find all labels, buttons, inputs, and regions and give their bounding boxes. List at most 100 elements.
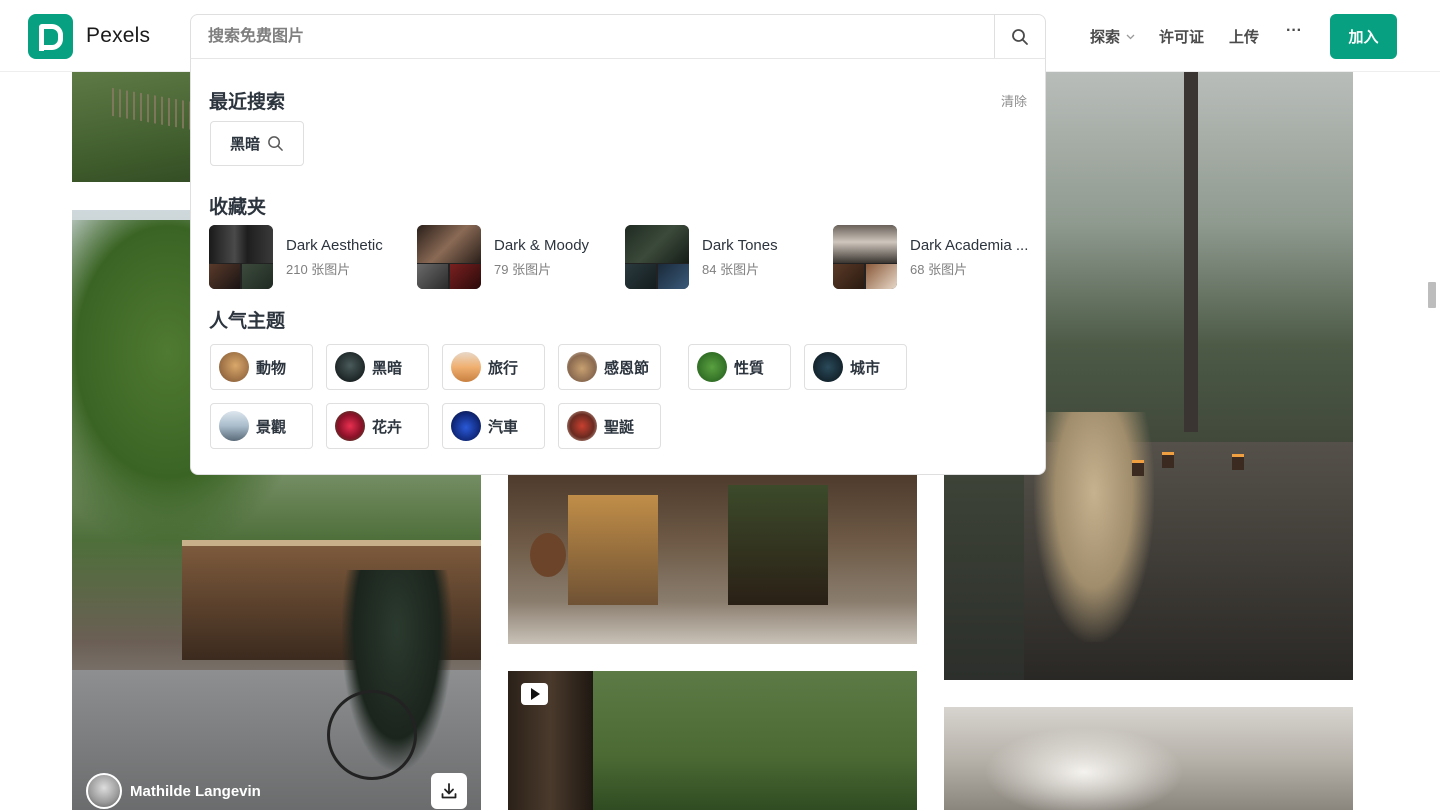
popular-topics-title: 人气主题 xyxy=(209,311,286,332)
topic-label: 性質 xyxy=(734,359,765,377)
nav-explore[interactable]: 探索 xyxy=(1090,26,1135,47)
collection-thumbnail xyxy=(833,225,897,289)
topic-chip[interactable]: 黑暗 xyxy=(326,344,429,390)
topic-label: 感恩節 xyxy=(604,359,650,377)
topic-label: 景觀 xyxy=(256,418,287,436)
more-menu-button[interactable]: ··· xyxy=(1286,22,1302,40)
brand-name[interactable]: Pexels xyxy=(86,24,150,48)
topic-thumbnail xyxy=(219,352,249,382)
thumb-image xyxy=(625,264,656,289)
photo-detail xyxy=(1232,454,1244,470)
collection-thumbnail xyxy=(417,225,481,289)
collection-thumbnail xyxy=(625,225,689,289)
video-play-icon xyxy=(521,683,548,705)
topic-thumbnail xyxy=(451,411,481,441)
collection-title: Dark Aesthetic xyxy=(286,236,383,254)
thumb-image xyxy=(625,225,689,263)
search-icon xyxy=(1012,29,1028,45)
topic-chip[interactable]: 聖誕 xyxy=(558,403,661,449)
search-bar xyxy=(190,14,1046,59)
thumb-image xyxy=(417,264,448,289)
photo-detail xyxy=(568,495,658,605)
topic-label: 旅行 xyxy=(488,359,519,377)
chevron-down-icon xyxy=(1126,34,1135,40)
nav-explore-label: 探索 xyxy=(1090,29,1121,46)
topic-chip[interactable]: 景觀 xyxy=(210,403,313,449)
topic-label: 聖誕 xyxy=(604,418,635,436)
download-icon xyxy=(441,783,457,799)
topic-chip[interactable]: 性質 xyxy=(688,344,791,390)
clear-recent-button[interactable]: 清除 xyxy=(1001,91,1027,110)
topic-label: 黑暗 xyxy=(372,359,403,377)
topic-label: 城市 xyxy=(850,359,881,377)
download-button[interactable] xyxy=(431,773,467,809)
photo-detail xyxy=(1034,412,1154,642)
avatar xyxy=(86,773,122,809)
collection-count: 84 张图片 xyxy=(702,261,760,277)
photo-detail xyxy=(984,727,1184,810)
topic-thumbnail xyxy=(451,352,481,382)
search-suggestions-dropdown: 最近搜索 清除 黑暗 收藏夹 Dark Aesthetic 210 张图片 Dar… xyxy=(190,58,1046,475)
collection-thumbnail xyxy=(209,225,273,289)
thumb-image xyxy=(833,225,897,263)
thumb-image xyxy=(417,225,481,263)
collection-item[interactable]: Dark Aesthetic 210 张图片 xyxy=(209,225,383,289)
photo-detail xyxy=(728,485,828,605)
collection-item[interactable]: Dark & Moody 79 张图片 xyxy=(417,225,589,289)
photo-card[interactable] xyxy=(944,707,1353,810)
thumb-image xyxy=(866,264,897,289)
collection-count: 79 张图片 xyxy=(494,261,552,277)
photo-detail xyxy=(1184,72,1198,432)
nav-upload[interactable]: 上传 xyxy=(1229,26,1259,47)
topic-label: 動物 xyxy=(256,359,287,377)
photographer-name: Mathilde Langevin xyxy=(130,782,261,800)
collections-title: 收藏夹 xyxy=(209,197,267,218)
recent-searches-title: 最近搜索 xyxy=(209,92,286,113)
topic-thumbnail xyxy=(335,411,365,441)
search-icon xyxy=(268,136,283,151)
page-scrollbar[interactable] xyxy=(1428,282,1436,308)
collection-title: Dark Tones xyxy=(702,236,778,254)
recent-search-chip[interactable]: 黑暗 xyxy=(210,121,304,166)
thumb-image xyxy=(209,225,273,263)
topic-chip[interactable]: 動物 xyxy=(210,344,313,390)
photo-card[interactable] xyxy=(508,475,917,644)
nav-license[interactable]: 许可证 xyxy=(1159,26,1204,47)
thumb-image xyxy=(658,264,689,289)
photo-detail xyxy=(1132,460,1144,476)
topic-chip[interactable]: 汽車 xyxy=(442,403,545,449)
collection-count: 68 张图片 xyxy=(910,261,968,277)
search-button[interactable] xyxy=(994,15,1045,59)
topic-chip[interactable]: 城市 xyxy=(804,344,907,390)
photo-detail xyxy=(1162,452,1174,468)
thumb-image xyxy=(242,264,273,289)
video-card[interactable] xyxy=(508,671,917,810)
thumb-image xyxy=(833,264,864,289)
join-button[interactable]: 加入 xyxy=(1330,14,1397,59)
topic-thumbnail xyxy=(219,411,249,441)
topic-label: 汽車 xyxy=(488,418,519,436)
thumb-image xyxy=(450,264,481,289)
recent-search-label: 黑暗 xyxy=(230,136,261,153)
collection-title: Dark Academia ... xyxy=(910,236,1029,254)
topic-chip[interactable]: 花卉 xyxy=(326,403,429,449)
collection-item[interactable]: Dark Academia ... 68 张图片 xyxy=(833,225,1028,289)
collection-item[interactable]: Dark Tones 84 张图片 xyxy=(625,225,778,289)
topic-chip[interactable]: 旅行 xyxy=(442,344,545,390)
topic-thumbnail xyxy=(813,352,843,382)
collection-count: 210 张图片 xyxy=(286,261,351,277)
topic-thumbnail xyxy=(567,352,597,382)
photo-detail xyxy=(530,533,566,577)
topic-thumbnail xyxy=(335,352,365,382)
thumb-image xyxy=(209,264,240,289)
photo-detail xyxy=(327,690,417,780)
pexels-logo-icon[interactable] xyxy=(28,14,73,59)
logo-glyph xyxy=(39,40,44,51)
search-input[interactable] xyxy=(191,15,996,59)
topic-chip[interactable]: 感恩節 xyxy=(558,344,661,390)
photographer-link[interactable]: Mathilde Langevin xyxy=(86,773,261,809)
collection-title: Dark & Moody xyxy=(494,236,590,254)
topic-thumbnail xyxy=(697,352,727,382)
topic-label: 花卉 xyxy=(372,418,403,436)
topic-thumbnail xyxy=(567,411,597,441)
